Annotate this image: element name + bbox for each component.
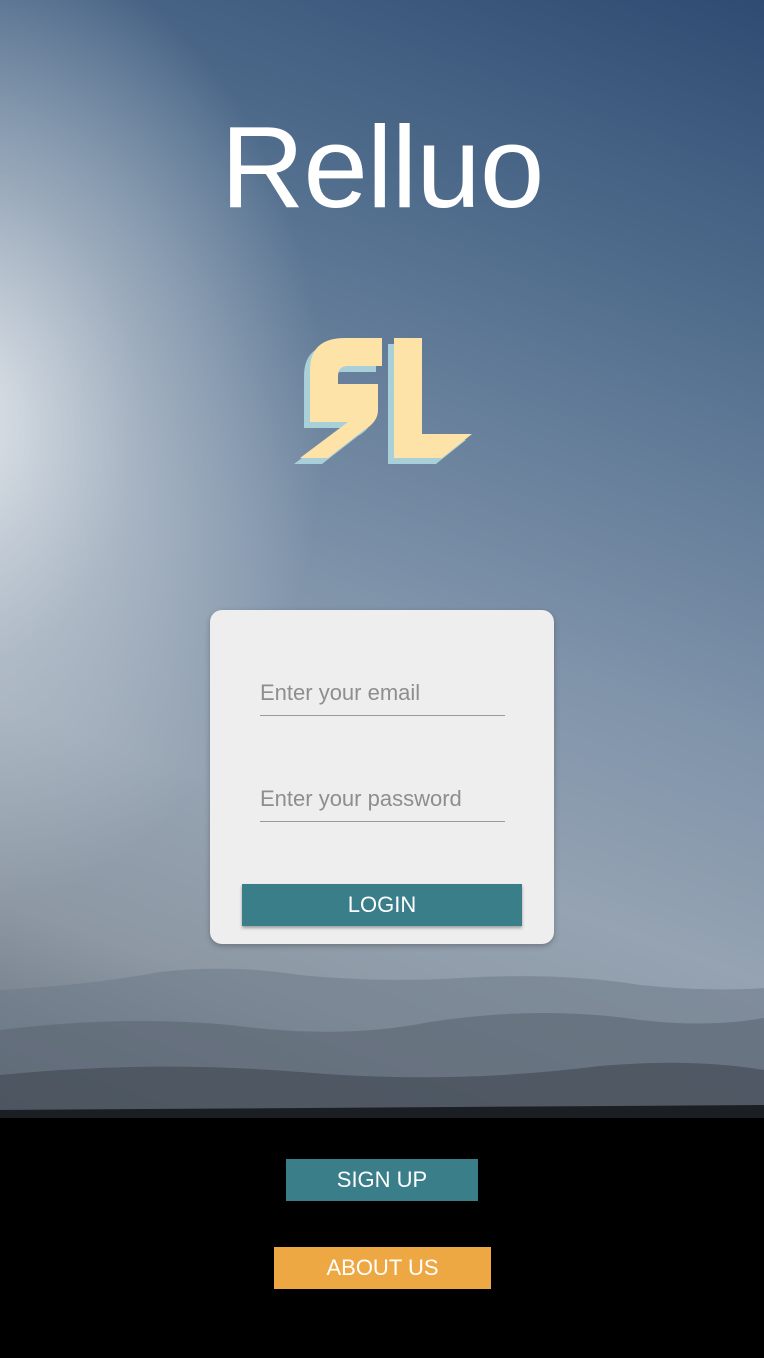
relluo-sl-logo-icon — [294, 338, 472, 464]
password-field[interactable] — [260, 777, 505, 822]
login-card: LOGIN — [210, 610, 554, 944]
about-us-button[interactable]: ABOUT US — [274, 1247, 491, 1289]
login-button[interactable]: LOGIN — [242, 884, 522, 926]
ground-shadow — [0, 1118, 764, 1358]
email-field[interactable] — [260, 671, 505, 716]
signup-button[interactable]: SIGN UP — [286, 1159, 478, 1201]
app-title: Relluo — [220, 102, 545, 232]
